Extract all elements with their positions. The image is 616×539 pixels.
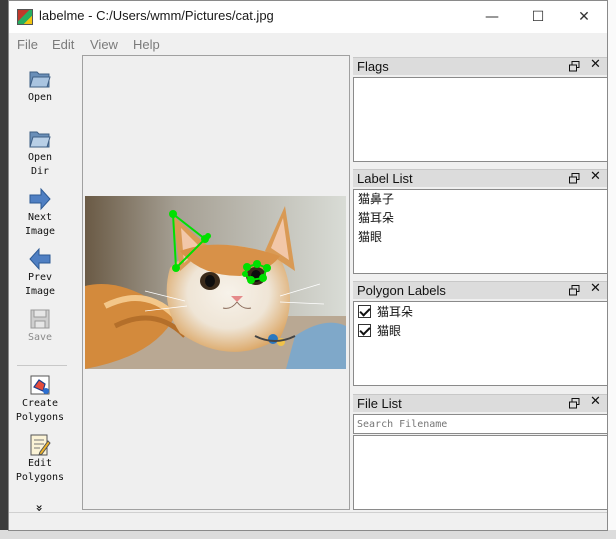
maximize-button[interactable]: ☐	[515, 1, 561, 33]
prev-image-label: Prev Image	[24, 272, 56, 297]
next-image-label: Next Image	[24, 212, 56, 237]
file-list-dock-title: File List	[357, 396, 402, 411]
flags-list[interactable]	[353, 77, 607, 162]
edit-polygons-label: Edit Polygons	[15, 458, 65, 483]
edit-polygons-button[interactable]: Edit Polygons	[9, 433, 71, 485]
prev-image-button[interactable]: Prev Image	[9, 247, 71, 299]
list-item[interactable]: 猫眼	[354, 228, 607, 247]
menu-edit[interactable]: Edit	[52, 37, 74, 52]
polygon-label-text: 猫眼	[377, 324, 402, 338]
label-list[interactable]: 猫鼻子 猫耳朵 猫眼	[353, 189, 607, 274]
polygon-label-text: 猫耳朵	[377, 305, 414, 319]
menu-help[interactable]: Help	[133, 37, 160, 52]
polygon-labels-dock-header[interactable]: Polygon Labels ✕	[353, 281, 607, 299]
float-icon[interactable]	[569, 173, 580, 184]
polygon-labels-list[interactable]: 猫耳朵 猫眼	[353, 301, 607, 386]
toolbar-separator	[17, 365, 67, 366]
tool-bar: Open Open Dir Next Image Prev Image Save…	[9, 55, 80, 512]
label-list-dock-header[interactable]: Label List ✕	[353, 169, 607, 187]
float-icon[interactable]	[569, 285, 580, 296]
close-icon[interactable]: ✕	[590, 169, 601, 184]
search-filename-input[interactable]	[353, 414, 607, 434]
title-bar[interactable]: labelme - C:/Users/wmm/Pictures/cat.jpg …	[9, 1, 607, 33]
close-icon[interactable]: ✕	[590, 281, 601, 296]
create-polygon-icon	[30, 375, 50, 395]
next-image-button[interactable]: Next Image	[9, 187, 71, 239]
close-window-button[interactable]: ✕	[561, 1, 607, 33]
desktop-background-left	[0, 0, 8, 539]
arrow-right-icon	[29, 187, 51, 211]
flags-dock: Flags ✕	[353, 57, 607, 162]
list-item[interactable]: 猫耳朵	[354, 302, 607, 321]
float-icon[interactable]	[569, 398, 580, 409]
open-dir-button[interactable]: Open Dir	[9, 127, 71, 179]
desktop-background-right	[608, 0, 616, 539]
floppy-icon	[30, 309, 50, 329]
edit-polygon-icon	[30, 434, 51, 456]
desktop-background-bottom	[0, 530, 616, 539]
arrow-left-icon	[29, 247, 51, 271]
polygon-labels-dock-title: Polygon Labels	[357, 283, 446, 298]
folder-dir-icon	[29, 131, 51, 148]
list-item[interactable]: 猫耳朵	[354, 209, 607, 228]
open-button[interactable]: Open	[9, 67, 71, 105]
minimize-button[interactable]: —	[469, 1, 515, 33]
menu-file[interactable]: File	[17, 37, 38, 52]
checkbox[interactable]	[358, 305, 371, 318]
file-list[interactable]	[353, 435, 607, 510]
cat-photo[interactable]	[85, 196, 346, 369]
labelme-window: labelme - C:/Users/wmm/Pictures/cat.jpg …	[8, 0, 608, 531]
save-label: Save	[27, 332, 53, 343]
list-item[interactable]: 猫鼻子	[354, 190, 607, 209]
window-title: labelme - C:/Users/wmm/Pictures/cat.jpg	[39, 8, 274, 23]
create-polygons-button[interactable]: Create Polygons	[9, 373, 71, 425]
image-canvas[interactable]	[82, 55, 350, 510]
save-button[interactable]: Save	[9, 307, 71, 345]
menu-bar: File Edit View Help	[9, 33, 607, 55]
app-icon	[17, 9, 33, 25]
float-icon[interactable]	[569, 61, 580, 72]
close-icon[interactable]: ✕	[590, 394, 601, 409]
chevron-more-icon: »	[32, 504, 47, 512]
flags-dock-header[interactable]: Flags ✕	[353, 57, 607, 75]
status-bar	[9, 512, 607, 530]
checkbox[interactable]	[358, 324, 371, 337]
flags-dock-title: Flags	[357, 59, 389, 74]
folder-open-icon	[29, 71, 51, 88]
close-icon[interactable]: ✕	[590, 57, 601, 72]
menu-view[interactable]: View	[90, 37, 118, 52]
polygon-labels-dock: Polygon Labels ✕ 猫耳朵 猫眼	[353, 281, 607, 386]
open-label: Open	[27, 92, 53, 103]
open-dir-label: Open Dir	[27, 152, 53, 177]
file-list-dock-header[interactable]: File List ✕	[353, 394, 607, 412]
label-list-dock-title: Label List	[357, 171, 413, 186]
file-list-dock: File List ✕	[353, 394, 607, 510]
list-item[interactable]: 猫眼	[354, 321, 607, 340]
label-list-dock: Label List ✕ 猫鼻子 猫耳朵 猫眼	[353, 169, 607, 274]
create-polygons-label: Create Polygons	[15, 398, 65, 423]
